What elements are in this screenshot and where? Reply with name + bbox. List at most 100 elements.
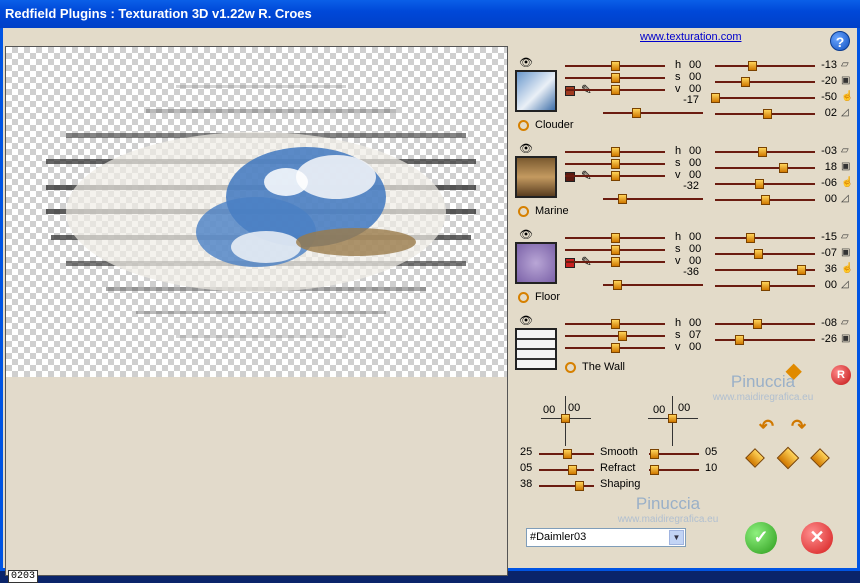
adjust-mode-icon[interactable]: ▣ [841, 247, 850, 258]
slider-knob[interactable] [761, 195, 770, 205]
slider-knob[interactable] [755, 179, 764, 189]
rotate-right-icon[interactable]: ↷ [791, 416, 806, 437]
help-button[interactable]: ? [830, 31, 850, 51]
slider-knob[interactable] [574, 481, 584, 491]
offset-slider[interactable] [603, 194, 703, 204]
slider-knob[interactable] [741, 77, 750, 87]
h-slider[interactable] [565, 319, 665, 329]
eye-icon[interactable]: 👁 [519, 142, 533, 155]
shaping-left-slider[interactable] [539, 481, 594, 491]
adjust-mode-icon[interactable]: ▣ [841, 75, 850, 86]
smooth-left-slider[interactable] [539, 449, 594, 459]
slider-knob[interactable] [779, 163, 788, 173]
adjust-slider-2[interactable] [715, 249, 815, 259]
power-icon[interactable] [518, 120, 529, 131]
slider-knob[interactable] [735, 335, 744, 345]
v-slider[interactable] [565, 257, 665, 267]
power-icon[interactable] [565, 362, 576, 373]
adjust-slider-1[interactable] [715, 319, 815, 329]
dice-two-icon[interactable] [776, 446, 800, 470]
slider-knob[interactable] [611, 159, 620, 169]
adjust-mode-icon[interactable]: ▣ [841, 333, 850, 344]
slider-knob[interactable] [754, 249, 763, 259]
ok-button[interactable]: ✓ [745, 522, 777, 554]
adjust-slider-3[interactable] [711, 93, 815, 103]
slider-knob[interactable] [562, 449, 572, 459]
slider-knob[interactable] [761, 281, 770, 291]
slider-knob[interactable] [753, 319, 762, 329]
eye-icon[interactable]: 👁 [519, 56, 533, 69]
slider-knob[interactable] [611, 73, 620, 83]
h-slider[interactable] [565, 147, 665, 157]
adjust-slider-1[interactable] [715, 233, 815, 243]
h-slider[interactable] [565, 61, 665, 71]
refract-left-slider[interactable] [539, 465, 594, 475]
adjust-mode-icon[interactable]: ◿ [841, 193, 849, 204]
preview-canvas[interactable] [6, 47, 507, 377]
adjust-slider-4[interactable] [715, 281, 815, 291]
adjust-slider-1[interactable] [715, 61, 815, 71]
rotate-left-icon[interactable]: ↶ [759, 416, 774, 437]
light-position-right[interactable] [648, 396, 698, 446]
light-right-handle[interactable] [668, 414, 677, 423]
adjust-mode-icon[interactable]: ◿ [841, 107, 849, 118]
slider-knob[interactable] [611, 171, 620, 181]
adjust-mode-icon[interactable]: ☝ [841, 177, 853, 188]
slider-knob[interactable] [650, 449, 659, 459]
slider-knob[interactable] [748, 61, 757, 71]
s-slider[interactable] [565, 331, 665, 341]
s-slider[interactable] [565, 245, 665, 255]
eye-icon[interactable]: 👁 [519, 314, 533, 327]
layer-thumbnail[interactable] [515, 70, 557, 112]
chevron-down-icon[interactable]: ▼ [669, 530, 684, 545]
adjust-slider-1[interactable] [715, 147, 815, 157]
v-slider[interactable] [565, 343, 665, 353]
v-slider[interactable] [565, 171, 665, 181]
slider-knob[interactable] [763, 109, 772, 119]
s-slider[interactable] [565, 159, 665, 169]
offset-slider[interactable] [603, 280, 703, 290]
refract-right-slider[interactable] [649, 465, 699, 475]
layer-thumbnail[interactable] [515, 328, 557, 370]
v-slider[interactable] [565, 85, 665, 95]
adjust-slider-2[interactable] [715, 335, 815, 345]
adjust-mode-icon[interactable]: ☝ [841, 263, 853, 274]
slider-knob[interactable] [758, 147, 767, 157]
slider-knob[interactable] [611, 61, 620, 71]
dice-one-icon[interactable] [745, 448, 765, 468]
adjust-slider-2[interactable] [715, 163, 815, 173]
slider-knob[interactable] [613, 280, 622, 290]
slider-knob[interactable] [611, 245, 620, 255]
adjust-slider-2[interactable] [715, 77, 815, 87]
power-icon[interactable] [518, 292, 529, 303]
slider-knob[interactable] [711, 93, 720, 103]
slider-knob[interactable] [797, 265, 806, 275]
layer-thumbnail[interactable] [515, 156, 557, 198]
slider-knob[interactable] [618, 331, 627, 341]
dice-three-icon[interactable] [810, 448, 830, 468]
slider-knob[interactable] [650, 465, 659, 475]
slider-knob[interactable] [611, 319, 620, 329]
slider-knob[interactable] [611, 257, 620, 267]
adjust-slider-3[interactable] [715, 179, 815, 189]
adjust-mode-icon[interactable]: ◿ [841, 279, 849, 290]
slider-knob[interactable] [632, 108, 641, 118]
adjust-mode-icon[interactable]: ☝ [841, 91, 853, 102]
adjust-slider-4[interactable] [715, 109, 815, 119]
offset-slider[interactable] [603, 108, 703, 118]
adjust-mode-icon[interactable]: ▣ [841, 161, 850, 172]
eye-icon[interactable]: 👁 [519, 228, 533, 241]
slider-knob[interactable] [746, 233, 755, 243]
website-link[interactable]: www.texturation.com [640, 31, 741, 43]
h-slider[interactable] [565, 233, 665, 243]
preview-panel[interactable]: 0203 [5, 46, 508, 583]
adjust-mode-icon[interactable]: ▱ [841, 59, 849, 70]
preset-select[interactable]: #Daimler03 ▼ [526, 528, 686, 547]
s-slider[interactable] [565, 73, 665, 83]
light-position-left[interactable] [541, 396, 591, 446]
adjust-mode-icon[interactable]: ▱ [841, 317, 849, 328]
reset-button[interactable]: R [831, 365, 851, 385]
slider-knob[interactable] [611, 233, 620, 243]
smooth-right-slider[interactable] [649, 449, 699, 459]
light-left-handle[interactable] [561, 414, 570, 423]
